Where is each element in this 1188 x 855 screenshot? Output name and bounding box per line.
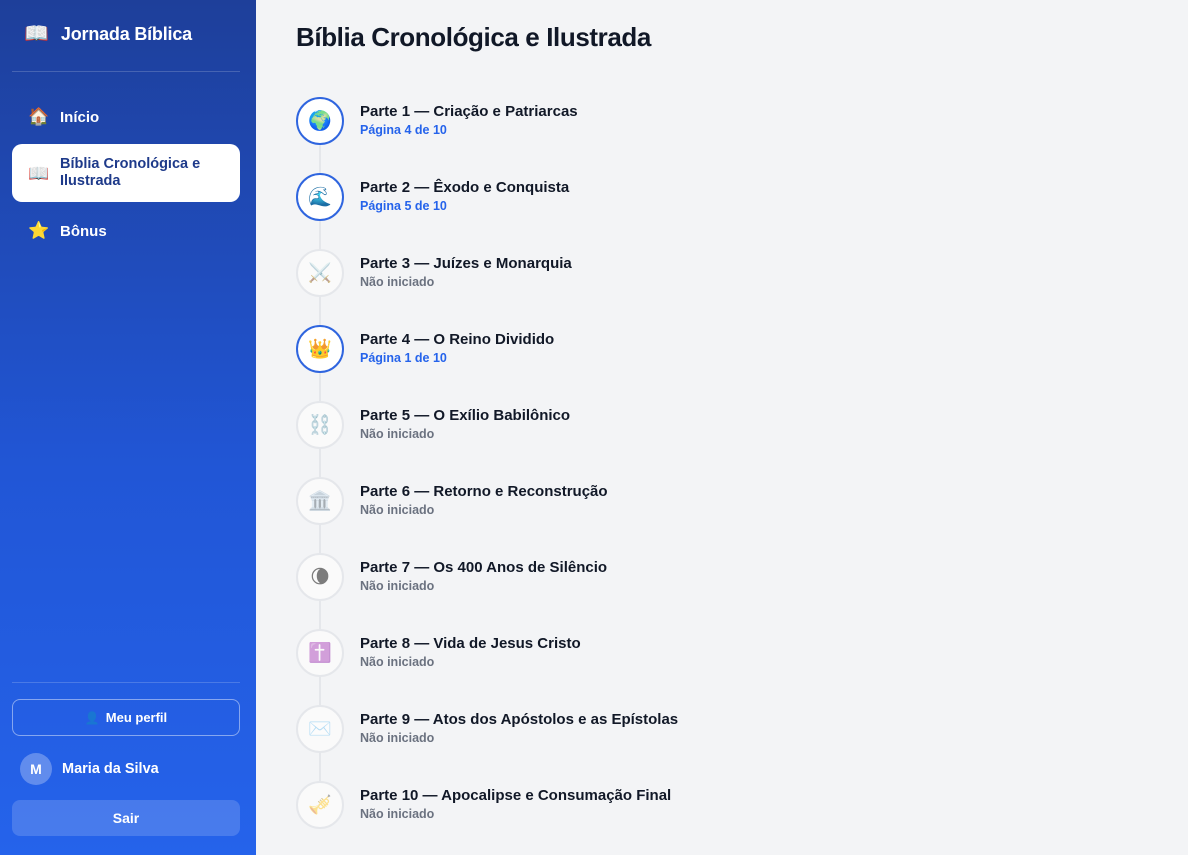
profile-button-label: Meu perfil (105, 710, 168, 725)
sidebar-divider (12, 682, 240, 683)
part-title: Parte 4 — O Reino Dividido (360, 331, 555, 348)
open-book-icon: 📖 (24, 23, 49, 45)
part-title: Parte 1 — Criação e Patriarcas (360, 103, 578, 120)
sidebar-item-inicio[interactable]: 🏠 Início (12, 97, 240, 137)
part-status: Não iniciado (360, 731, 435, 745)
part-icon-circle: 🏛️ (296, 477, 344, 525)
part-item[interactable]: 🌘 Parte 7 — Os 400 Anos de Silêncio Não … (296, 553, 996, 601)
part-item[interactable]: 👑 Parte 4 — O Reino Dividido Página 1 de… (296, 325, 996, 373)
sidebar-divider (12, 71, 240, 72)
cross-icon: ✝️ (308, 643, 332, 664)
part-item[interactable]: 🏛️ Parte 6 — Retorno e Reconstrução Não … (296, 477, 996, 525)
part-status: Página 5 de 10 (360, 199, 447, 213)
logout-button[interactable]: Sair (12, 800, 240, 836)
moon-icon: 🌘 (310, 566, 330, 588)
part-icon-circle: 🌊 (296, 173, 344, 221)
part-title: Parte 5 — O Exílio Babilônico (360, 407, 571, 424)
brand[interactable]: 📖 Jornada Bíblica (24, 20, 192, 48)
temple-icon: 🏛️ (308, 491, 332, 512)
part-status: Não iniciado (360, 807, 435, 821)
app-name: Jornada Bíblica (60, 23, 192, 44)
sidebar-item-label: Início (60, 108, 100, 126)
part-item[interactable]: ✝️ Parte 8 — Vida de Jesus Cristo Não in… (296, 629, 996, 677)
crossed-swords-icon: ⚔️ (308, 263, 332, 284)
avatar: M (20, 753, 52, 785)
part-item[interactable]: ✉️ Parte 9 — Atos dos Apóstolos e as Epí… (296, 705, 996, 753)
part-status: Página 4 de 10 (360, 123, 447, 137)
part-title: Parte 2 — Êxodo e Conquista (360, 179, 570, 196)
sidebar-item-bonus[interactable]: ⭐ Bônus (12, 211, 240, 251)
chains-icon: ⛓️ (308, 415, 332, 436)
part-status: Não iniciado (360, 275, 435, 289)
part-icon-circle: 🌘 (296, 553, 344, 601)
house-icon: 🏠 (28, 107, 50, 126)
sidebar-item-label: Bônus (60, 222, 107, 240)
part-title: Parte 7 — Os 400 Anos de Silêncio (360, 559, 608, 576)
part-title: Parte 10 — Apocalipse e Consumação Final (360, 787, 672, 804)
sidebar-item-label: Bíblia Cronológica e Ilustrada (60, 156, 201, 189)
part-icon-circle: 🎺 (296, 781, 344, 829)
sidebar-item-biblia-cronologica[interactable]: 📖 Bíblia Cronológica e Ilustrada (12, 144, 240, 202)
part-status: Página 1 de 10 (360, 351, 447, 365)
part-item[interactable]: 🎺 Parte 10 — Apocalipse e Consumação Fin… (296, 781, 996, 829)
part-title: Parte 8 — Vida de Jesus Cristo (360, 635, 581, 652)
part-title: Parte 9 — Atos dos Apóstolos e as Epísto… (360, 711, 679, 728)
part-icon-circle: 👑 (296, 325, 344, 373)
part-title: Parte 3 — Juízes e Monarquia (360, 255, 572, 272)
part-status: Não iniciado (360, 579, 435, 593)
open-book-icon: 📖 (28, 163, 50, 183)
part-icon-circle: ✝️ (296, 629, 344, 677)
user-name: Maria da Silva (62, 761, 159, 777)
part-icon-circle: ⚔️ (296, 249, 344, 297)
page-title: Bíblia Cronológica e Ilustrada (296, 22, 651, 52)
part-status: Não iniciado (360, 503, 435, 517)
part-icon-circle: ✉️ (296, 705, 344, 753)
profile-button[interactable]: 👤 Meu perfil (12, 699, 240, 736)
part-item[interactable]: 🌍 Parte 1 — Criação e Patriarcas Página … (296, 97, 996, 145)
sidebar: 📖 Jornada Bíblica 🏠 Início 📖 Bíblia Cron… (0, 0, 256, 855)
part-item[interactable]: ⛓️ Parte 5 — O Exílio Babilônico Não ini… (296, 401, 996, 449)
part-status: Não iniciado (360, 655, 435, 669)
user-icon: 👤 (84, 710, 100, 725)
part-status: Não iniciado (360, 427, 435, 441)
part-title: Parte 6 — Retorno e Reconstrução (360, 483, 608, 500)
star-icon: ⭐ (28, 221, 50, 240)
part-item[interactable]: 🌊 Parte 2 — Êxodo e Conquista Página 5 d… (296, 173, 996, 221)
part-icon-circle: 🌍 (296, 97, 344, 145)
part-item[interactable]: ⚔️ Parte 3 — Juízes e Monarquia Não inic… (296, 249, 996, 297)
part-icon-circle: ⛓️ (296, 401, 344, 449)
wave-icon: 🌊 (308, 187, 332, 208)
globe-icon: 🌍 (308, 111, 332, 132)
timeline-line (319, 121, 321, 805)
envelope-icon: ✉️ (308, 719, 332, 740)
crown-icon: 👑 (308, 339, 332, 360)
current-user: M Maria da Silva (20, 753, 159, 785)
trumpet-icon: 🎺 (308, 795, 332, 816)
